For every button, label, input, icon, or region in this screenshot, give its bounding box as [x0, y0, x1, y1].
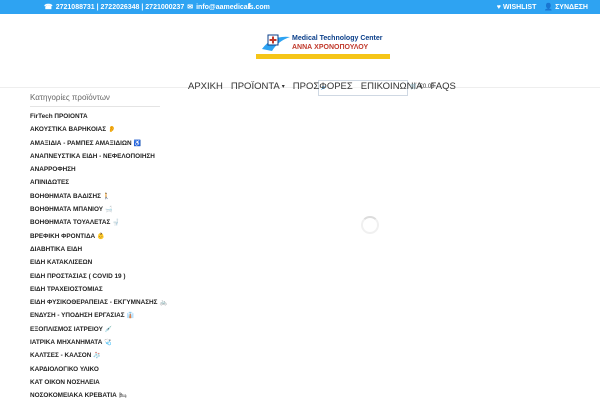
category-label: ΚΑΤ ΟΙΚΟΝ ΝΟΣΗΛΕΙΑ: [30, 378, 100, 386]
login-link[interactable]: 👤 ΣΥΝΔΕΣΗ: [544, 3, 588, 12]
category-item[interactable]: ΒΟΗΘΗΜΑΤΑ ΜΠΑΝΙΟΥ 🛁: [30, 203, 160, 216]
category-item[interactable]: ΚΑΡΔΙΟΛΟΓΙΚΟ ΥΛΙΚΟ: [30, 363, 160, 376]
category-label: ΔΙΑΒΗΤΙΚΑ ΕΙΔΗ: [30, 245, 83, 253]
category-label: ΑΠΙΝΙΔΩΤΕΣ: [30, 179, 70, 187]
category-label: ΚΑΡΔΙΟΛΟΓΙΚΟ ΥΛΙΚΟ: [30, 365, 99, 373]
nav-home[interactable]: ΑΡΧΙΚΗ: [188, 81, 223, 92]
category-item[interactable]: ΙΑΤΡΙΚΑ ΜΗΧΑΝΗΜΑΤΑ 🩺: [30, 336, 160, 349]
nav-offers-label: ΠΡΟΣΦΟΡΕΣ: [292, 81, 353, 92]
category-item[interactable]: ΒΟΗΘΗΜΑΤΑ ΤΟΥΑΛΕΤΑΣ 🚽: [30, 216, 160, 229]
category-item[interactable]: ΕΙΔΗ ΠΡΟΣΤΑΣΙΑΣ ( COVID 19 ): [30, 270, 160, 283]
category-label: ΕΙΔΗ ΠΡΟΣΤΑΣΙΑΣ ( COVID 19 ): [30, 272, 126, 280]
category-item[interactable]: ΕΞΟΠΛΙΣΜΟΣ ΙΑΤΡΕΙΟΥ 💉: [30, 323, 160, 336]
category-label: ΚΑΛΤΣΕΣ - ΚΑΛΣΟΝ: [30, 352, 92, 360]
clothing-icon: 👔: [126, 313, 135, 320]
site-logo[interactable]: Medical Technology Center ΑΝΝΑ ΧΡΟΝΟΠΟΥΛ…: [256, 31, 390, 71]
email-link[interactable]: info@aamedicals.com: [196, 4, 270, 11]
category-label: ΕΙΔΗ ΦΥΣΙΚΟΘΕΡΑΠΕΙΑΣ - ΕΚΓΥΜΝΑΣΗΣ: [30, 299, 158, 307]
category-list: FirTech ΠΡΟΙΟΝΤΑ ΑΚΟΥΣΤΙΚΑ ΒΑΡΗΚΟΙΑΣ 👂 ΑΜ…: [30, 110, 167, 403]
category-label: ΑΝΑΠΝΕΥΣΤΙΚΑ ΕΙΔΗ - ΝΕΦΕΛΟΠΟΙΗΣΗ: [30, 152, 155, 160]
category-item[interactable]: ΒΟΗΘΗΜΑΤΑ ΒΑΔΙΣΗΣ 🚶: [30, 190, 160, 203]
category-label: ΑΝΑΡΡΟΦΗΣΗ: [30, 166, 76, 174]
stethoscope-icon: 🩺: [104, 340, 112, 347]
category-item[interactable]: ΕΝΔΥΣΗ - ΥΠΟΔΗΣΗ ΕΡΓΑΣΙΑΣ 👔: [30, 309, 160, 322]
bicycle-icon: 🚲: [159, 300, 167, 307]
socks-icon: 🧦: [93, 353, 101, 360]
login-label: ΣΥΝΔΕΣΗ: [555, 3, 588, 11]
category-label: ΒΟΗΘΗΜΑΤΑ ΜΠΑΝΙΟΥ: [30, 206, 104, 214]
baby-icon: 👶: [97, 233, 105, 240]
user-icon: 👤: [544, 4, 554, 11]
phone-numbers[interactable]: 2721088731 | 2722026348 | 2721000237: [56, 4, 185, 11]
category-label: ΒΟΗΘΗΜΑΤΑ ΤΟΥΑΛΕΤΑΣ: [30, 219, 111, 227]
category-item[interactable]: ΑΜΑΞΙΔΙΑ - ΡΑΜΠΕΣ ΑΜΑΞΙΔΙΩΝ ♿: [30, 137, 160, 150]
cart-icon: 🛒: [410, 84, 418, 90]
email-icon: ✉: [187, 4, 194, 11]
category-item[interactable]: ΝΟΣΟΚΟΜΕΙΑΚΑ ΚΡΕΒΑΤΙΑ 🛏: [30, 389, 160, 402]
category-item[interactable]: ΒΡΕΦΙΚΗ ΦΡΟΝΤΙΔΑ 👶: [30, 230, 160, 243]
product-categories-sidebar: Κατηγορίες προϊόντων FirTech ΠΡΟΙΟΝΤΑ ΑΚ…: [30, 93, 167, 403]
toilet-icon: 🚽: [112, 220, 120, 227]
category-label: ΑΜΑΞΙΔΙΑ - ΡΑΜΠΕΣ ΑΜΑΞΙΔΙΩΝ: [30, 139, 132, 147]
category-item[interactable]: FirTech ΠΡΟΙΟΝΤΑ: [30, 110, 160, 123]
category-label: ΒΟΗΘΗΜΑΤΑ ΒΑΔΙΣΗΣ: [30, 192, 101, 200]
logo-line-2: ΑΝΝΑ ΧΡΟΝΟΠΟΥΛΟΥ: [292, 44, 369, 51]
heart-icon: ♥: [496, 3, 501, 11]
contact-info: ☎ 2721088731 | 2722026348 | 2721000237 ✉…: [44, 3, 270, 12]
bed-icon: 🛏: [118, 393, 127, 400]
category-label: ΝΟΣΟΚΟΜΕΙΑΚΑ ΚΡΕΒΑΤΙΑ: [30, 392, 117, 400]
category-item[interactable]: ΑΝΑΡΡΟΦΗΣΗ: [30, 163, 160, 176]
nav-products-label: ΠΡΟΪΟΝΤΑ: [230, 81, 280, 92]
nav-offers[interactable]: ΠΡΟΣΦΟΡΕΣ: [293, 81, 353, 92]
bathtub-icon: 🛁: [105, 207, 113, 214]
ear-icon: 👂: [108, 127, 116, 134]
category-item[interactable]: ΚΑΛΤΣΕΣ - ΚΑΛΣΟΝ 🧦: [30, 349, 160, 362]
cart-link[interactable]: 🛒 €0.00: [410, 83, 435, 91]
cart-total: €0.00: [419, 83, 435, 90]
category-label: ΑΚΟΥΣΤΙΚΑ ΒΑΡΗΚΟΙΑΣ: [30, 126, 107, 134]
walking-icon: 🚶: [102, 193, 111, 200]
wishlist-link[interactable]: ♥ WISHLIST: [497, 3, 537, 11]
nav-home-label: ΑΡΧΙΚΗ: [188, 81, 223, 92]
phone-icon: ☎: [44, 4, 53, 11]
category-label: ΕΝΔΥΣΗ - ΥΠΟΔΗΣΗ ΕΡΓΑΣΙΑΣ: [30, 312, 125, 320]
logo-line-1: Medical Technology Center: [292, 35, 383, 42]
category-item[interactable]: ΕΙΔΗ ΚΑΤΑΚΛΙΣΕΩΝ: [30, 256, 160, 269]
category-label: ΕΙΔΗ ΤΡΑΧΕΙΟΣΤΟΜΙΑΣ: [30, 285, 103, 293]
facebook-icon[interactable]: f: [248, 2, 251, 11]
syringe-icon: 💉: [104, 326, 113, 333]
category-item[interactable]: ΕΙΔΗ ΦΥΣΙΚΟΘΕΡΑΠΕΙΑΣ - ΕΚΓΥΜΝΑΣΗΣ 🚲: [30, 296, 167, 309]
category-label: ΕΙΔΗ ΚΑΤΑΚΛΙΣΕΩΝ: [30, 259, 93, 267]
site-header: Medical Technology Center ΑΝΝΑ ΧΡΟΝΟΠΟΥΛ…: [0, 14, 600, 96]
category-label: FirTech ΠΡΟΙΟΝΤΑ: [30, 113, 88, 120]
category-item[interactable]: ΔΙΑΒΗΤΙΚΑ ΕΙΔΗ: [30, 243, 160, 256]
wheelchair-icon: ♿: [133, 140, 142, 147]
category-label: ΒΡΕΦΙΚΗ ΦΡΟΝΤΙΔΑ: [30, 232, 96, 240]
account-links: ♥ WISHLIST 👤 ΣΥΝΔΕΣΗ: [497, 3, 588, 12]
sidebar-title: Κατηγορίες προϊόντων: [30, 93, 160, 107]
category-item[interactable]: ΕΙΔΗ ΤΡΑΧΕΙΟΣΤΟΜΙΑΣ: [30, 283, 160, 296]
nav-products[interactable]: ΠΡΟΪΟΝΤΑ ▾: [231, 81, 285, 92]
category-item[interactable]: ΚΑΤ ΟΙΚΟΝ ΝΟΣΗΛΕΙΑ: [30, 376, 160, 389]
category-item[interactable]: ΑΠΙΝΙΔΩΤΕΣ: [30, 176, 160, 189]
chevron-down-icon: ▾: [281, 84, 285, 90]
category-item[interactable]: ΑΚΟΥΣΤΙΚΑ ΒΑΡΗΚΟΙΑΣ 👂: [30, 123, 160, 136]
loading-spinner: [361, 216, 379, 234]
logo-stripe: [256, 54, 390, 59]
category-item[interactable]: ΑΝΑΠΝΕΥΣΤΙΚΑ ΕΙΔΗ - ΝΕΦΕΛΟΠΟΙΗΣΗ: [30, 150, 160, 163]
top-bar: ☎ 2721088731 | 2722026348 | 2721000237 ✉…: [0, 0, 600, 14]
category-label: ΕΞΟΠΛΙΣΜΟΣ ΙΑΤΡΕΙΟΥ: [30, 325, 103, 333]
wishlist-label: WISHLIST: [502, 3, 537, 11]
category-label: ΙΑΤΡΙΚΑ ΜΗΧΑΝΗΜΑΤΑ: [30, 339, 103, 347]
